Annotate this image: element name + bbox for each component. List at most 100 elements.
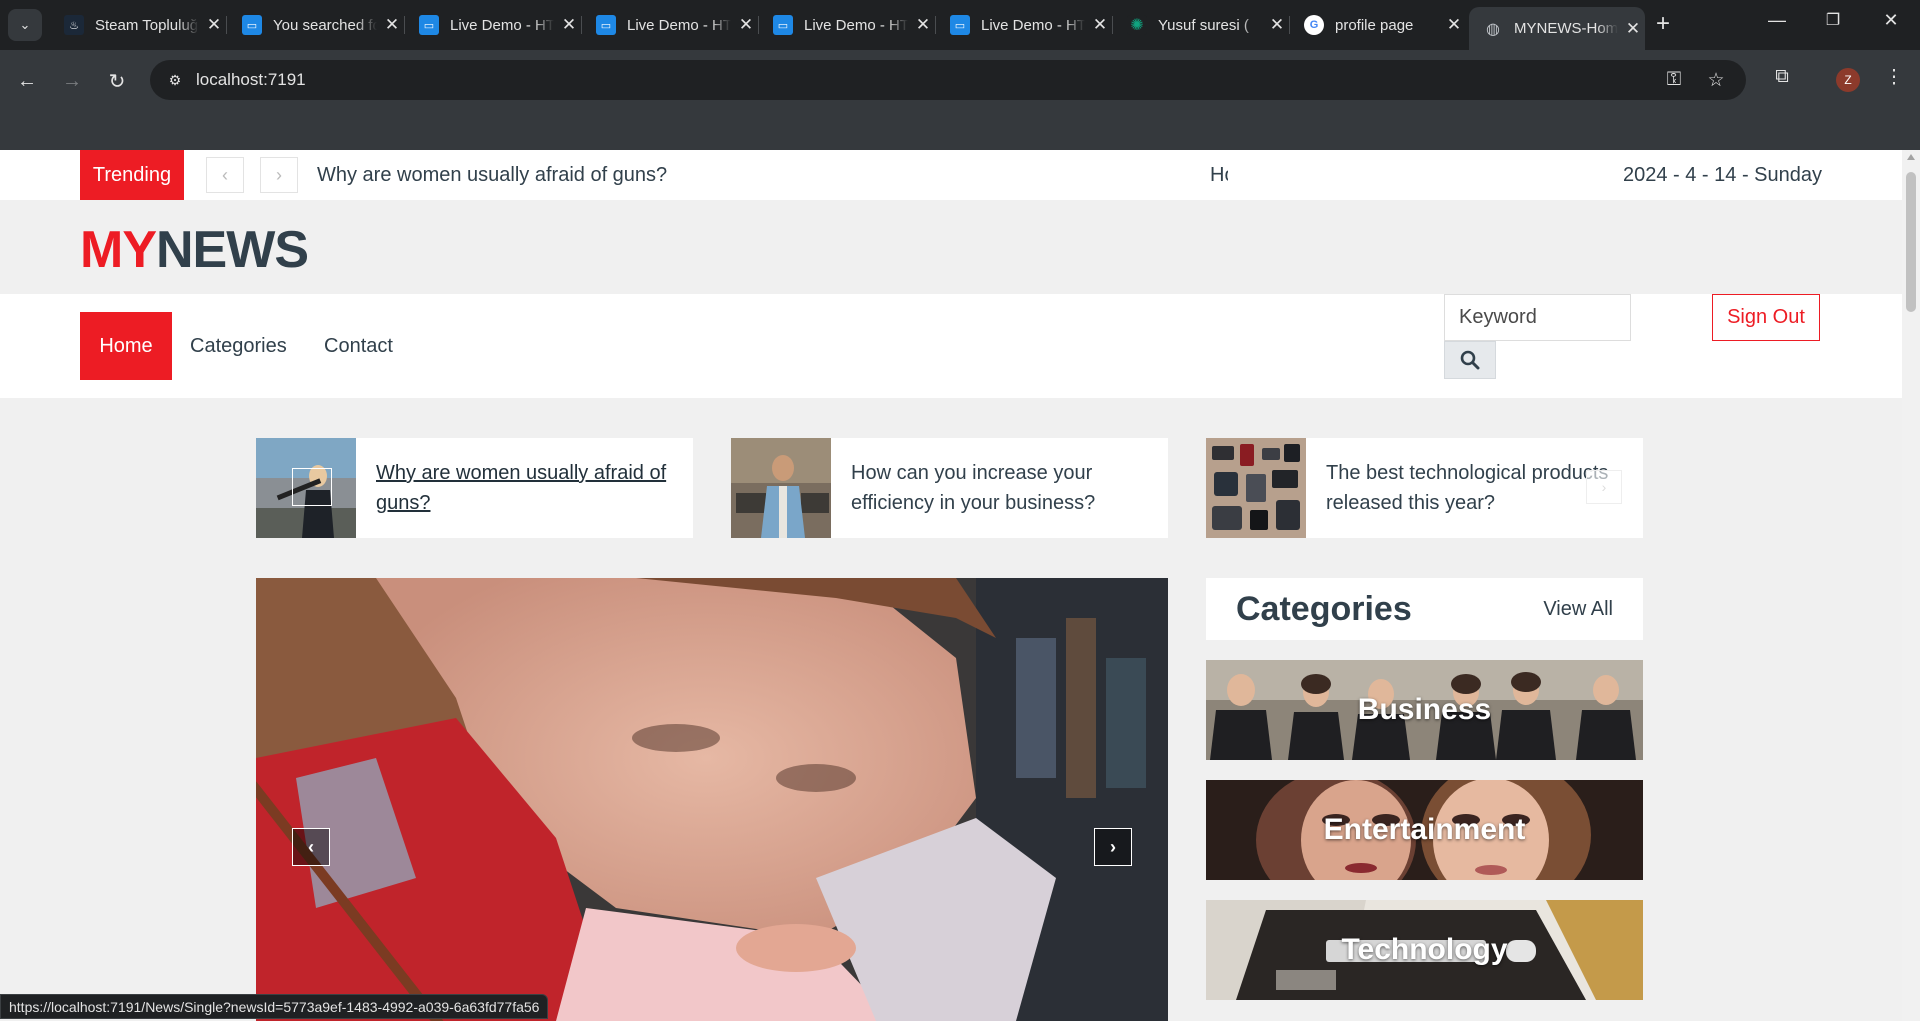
reload-icon[interactable]: ↻ <box>102 66 132 96</box>
new-tab-button[interactable]: + <box>1650 10 1676 38</box>
nav-home[interactable]: Home <box>80 312 172 380</box>
close-icon[interactable]: ✕ <box>1445 15 1463 35</box>
browser-tab[interactable]: ▭ Live Demo - HTML ✕ <box>936 7 1113 43</box>
category-label[interactable]: Technology <box>1206 900 1643 1000</box>
globe-icon: ◍ <box>1486 20 1500 38</box>
nav-contact[interactable]: Contact <box>324 312 393 380</box>
scrollbar-thumb[interactable] <box>1906 172 1916 312</box>
close-icon[interactable]: ✕ <box>1091 15 1109 35</box>
close-icon[interactable]: ✕ <box>560 15 578 35</box>
category-label[interactable]: Business <box>1206 660 1643 760</box>
search-icon <box>1460 350 1480 370</box>
live-demo-icon: ▭ <box>242 15 262 35</box>
nav-categories[interactable]: Categories <box>190 312 287 380</box>
window-close-icon[interactable]: ✕ <box>1876 10 1906 31</box>
categories-header: Categories View All <box>1206 578 1643 640</box>
bookmark-star-icon[interactable]: ☆ <box>1704 69 1728 92</box>
google-icon: G <box>1304 15 1324 35</box>
steam-icon: ♨ <box>64 15 84 35</box>
live-demo-icon: ▭ <box>419 15 439 35</box>
trending-item-link[interactable]: Why are women usually afraid of guns? <box>317 164 667 187</box>
category-label[interactable]: Entertainment <box>1206 780 1643 880</box>
chevron-left-icon: ‹ <box>222 164 228 185</box>
tab-title: Live Demo - HTML <box>450 16 554 34</box>
browser-toolbar: ← → ↻ ⚙ localhost:7191 ⚿ ☆ ⧉ Z ⋮ <box>0 50 1920 150</box>
browser-tab[interactable]: G profile page ✕ <box>1290 7 1466 43</box>
trending-prev-button[interactable]: ‹ <box>206 157 244 193</box>
news-thumbnail[interactable] <box>731 438 831 538</box>
password-key-icon[interactable]: ⚿ <box>1662 69 1686 91</box>
close-icon[interactable]: ✕ <box>914 15 932 35</box>
chevron-right-icon: › <box>1601 479 1607 495</box>
current-date: 2024 - 4 - 14 - Sunday <box>1622 164 1822 186</box>
close-icon[interactable]: ✕ <box>737 15 755 35</box>
trending-bar: Trending ‹ › Why are women usually afrai… <box>0 150 1902 200</box>
address-bar[interactable]: ⚙ localhost:7191 ⚿ ☆ <box>150 60 1746 100</box>
tab-title: Steam Topluluğu <box>95 16 199 34</box>
browser-tab-active[interactable]: ◍ MYNEWS-Home ✕ <box>1469 7 1645 50</box>
browser-tab[interactable]: ▭ Live Demo - HTML ✕ <box>759 7 936 43</box>
browser-tab[interactable]: ♨ Steam Topluluğu ✕ <box>50 7 227 43</box>
live-demo-icon: ▭ <box>950 15 970 35</box>
main-news-carousel[interactable]: ‹ › <box>256 578 1168 1021</box>
restore-icon[interactable]: ❐ <box>1818 10 1848 30</box>
news-thumbnail[interactable] <box>1206 438 1306 538</box>
menu-kebab-icon[interactable]: ⋮ <box>1880 66 1908 89</box>
browser-tab[interactable]: ✺ Yusuf suresi ( ✕ <box>1113 7 1290 43</box>
carousel-next-button[interactable]: › <box>1094 828 1132 866</box>
close-icon[interactable]: ✕ <box>1624 19 1642 39</box>
carousel-image[interactable] <box>256 578 1168 1021</box>
page-viewport: Trending ‹ › Why are women usually afrai… <box>0 150 1902 1021</box>
page-scrollbar[interactable] <box>1902 150 1920 1021</box>
chevron-left-icon: ‹ <box>308 836 314 857</box>
openai-icon: ✺ <box>1127 15 1147 35</box>
logo-part-news: NEWS <box>156 221 309 279</box>
featured-news-card[interactable]: The best technological products released… <box>1206 438 1643 538</box>
site-logo[interactable]: MYNEWS <box>80 220 309 280</box>
focus-outline <box>292 468 332 506</box>
main-navbar: Home Categories Contact Sign Out <box>0 294 1902 398</box>
tab-title: Live Demo - HTML <box>627 16 731 34</box>
tab-title: MYNEWS-Home <box>1514 20 1618 37</box>
close-icon[interactable]: ✕ <box>1268 15 1286 35</box>
chevron-right-icon: › <box>276 164 282 185</box>
tab-title: Yusuf suresi ( <box>1158 16 1249 34</box>
featured-news-card[interactable]: How can you increase your efficiency in … <box>731 438 1168 538</box>
tab-search-button[interactable]: ⌄ <box>8 9 42 41</box>
extensions-icon[interactable]: ⧉ <box>1768 66 1796 88</box>
featured-news-title[interactable]: How can you increase your efficiency in … <box>851 458 1151 518</box>
chevron-right-icon: › <box>1110 836 1116 857</box>
close-icon[interactable]: ✕ <box>205 15 223 35</box>
browser-tab-bar: ⌄ ♨ Steam Topluluğu ✕ ▭ You searched for… <box>0 0 1920 50</box>
category-card-technology[interactable]: Technology <box>1206 900 1643 1000</box>
search-button[interactable] <box>1444 341 1496 379</box>
site-info-icon[interactable]: ⚙ <box>164 69 186 91</box>
browser-tab[interactable]: ▭ You searched for ✕ <box>228 7 405 43</box>
scroll-up-arrow-icon[interactable] <box>1907 154 1915 160</box>
browser-tab[interactable]: ▭ Live Demo - HTML ✕ <box>405 7 582 43</box>
featured-news-card[interactable]: Why are women usually afraid of guns? <box>256 438 693 538</box>
category-card-business[interactable]: Business <box>1206 660 1643 760</box>
featured-next-button[interactable]: › <box>1586 470 1622 504</box>
forward-icon[interactable]: → <box>57 66 87 96</box>
featured-news-title[interactable]: The best technological products released… <box>1326 458 1626 518</box>
back-icon[interactable]: ← <box>12 66 42 96</box>
url-text[interactable]: localhost:7191 <box>196 70 306 90</box>
trending-next-button[interactable]: › <box>260 157 298 193</box>
minimize-icon[interactable]: — <box>1762 10 1792 31</box>
tab-title: Live Demo - HTML <box>981 16 1085 34</box>
browser-tab[interactable]: ▭ Live Demo - HTML ✕ <box>582 7 759 43</box>
view-all-link[interactable]: View All <box>1543 598 1613 621</box>
news-thumbnail[interactable] <box>256 438 356 538</box>
sign-out-button[interactable]: Sign Out <box>1712 294 1820 341</box>
profile-avatar[interactable]: Z <box>1836 68 1860 92</box>
close-icon[interactable]: ✕ <box>383 15 401 35</box>
live-demo-icon: ▭ <box>773 15 793 35</box>
featured-news-title[interactable]: Why are women usually afraid of guns? <box>376 458 676 518</box>
carousel-prev-button[interactable]: ‹ <box>292 828 330 866</box>
search-input[interactable] <box>1444 294 1631 341</box>
trending-item-link[interactable]: How can you increase your efficiency in … <box>1210 164 1228 187</box>
tab-title: Live Demo - HTML <box>804 16 908 34</box>
categories-title: Categories <box>1236 590 1412 628</box>
category-card-entertainment[interactable]: Entertainment <box>1206 780 1643 880</box>
